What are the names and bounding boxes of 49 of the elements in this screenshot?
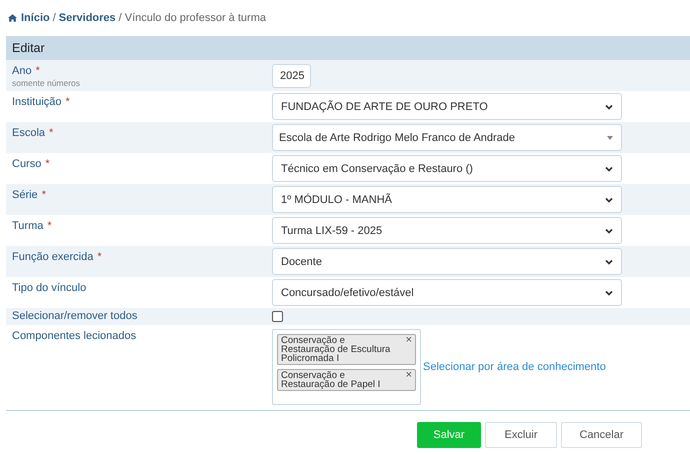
tag-label: Conservação e Restauração de Escultura Policromada I [281, 336, 392, 363]
chevron-down-icon [605, 104, 613, 110]
breadcrumb-link[interactable]: Início [21, 12, 50, 24]
field-label: Tipo do vínculo [12, 282, 86, 294]
area-link[interactable]: Selecionar por área de conhecimento [423, 361, 606, 373]
required-mark: * [97, 251, 102, 263]
chevron-down-icon [605, 166, 613, 172]
field-label: Turma [12, 220, 44, 232]
select-field[interactable]: Turma LIX-59 - 2025 [272, 217, 622, 244]
chevron-down-icon [605, 290, 613, 296]
remove-tag-button[interactable]: × [406, 371, 412, 380]
action-button[interactable]: Excluir [485, 422, 557, 448]
home-icon [8, 14, 17, 22]
chevron-down-icon [605, 258, 613, 264]
field-label: Escola [12, 127, 46, 139]
chevron-down-icon [605, 228, 613, 234]
field-label: Curso [12, 158, 42, 170]
required-mark: * [42, 189, 46, 201]
breadcrumb-current: Vínculo do professor à turma [124, 12, 266, 24]
required-mark: * [47, 220, 52, 232]
required-mark: * [66, 96, 70, 108]
remove-tag-button[interactable]: × [406, 336, 412, 345]
action-button[interactable]: Cancelar [561, 422, 642, 448]
field-label: Função exercida [12, 251, 94, 263]
breadcrumb-separator: / [118, 12, 122, 24]
field-hint: somente números [12, 78, 82, 88]
select-field[interactable]: Docente [272, 248, 622, 275]
multi-select-field[interactable]: Conservação e Restauração de Escultura Policromada I × Conservação e Restauração de Papel I × [272, 329, 421, 405]
field-label: Selecionar/remover todos [12, 310, 138, 322]
required-mark: * [45, 158, 50, 170]
required-mark: * [36, 65, 40, 77]
required-mark: * [49, 127, 54, 139]
year-input[interactable]: 2025 [272, 64, 311, 88]
panel-title: Editar [12, 41, 45, 55]
checkbox[interactable] [272, 311, 283, 322]
select-field[interactable]: Concursado/efetivo/estável [272, 279, 622, 306]
select-field[interactable]: 1º MÓDULO - MANHÃ [272, 186, 622, 213]
breadcrumb-link[interactable]: Servidores [58, 12, 116, 24]
field-label: Ano [12, 65, 32, 77]
field-label: Série [12, 189, 38, 201]
breadcrumb-separator: / [52, 12, 56, 24]
select-field[interactable]: FUNDAÇÃO DE ARTE DE OURO PRETO [272, 93, 622, 120]
tag-label: Conservação e Restauração de Papel I [281, 371, 382, 389]
select-field[interactable]: Técnico em Conservação e Restauro () [272, 155, 622, 182]
field-label: Instituição [12, 96, 62, 108]
select-field[interactable]: Escola de Arte Rodrigo Melo Franco de Andrade [272, 124, 622, 151]
chevron-down-icon [605, 196, 613, 202]
field-label: Componentes lecionados [12, 330, 136, 342]
caret-icon [607, 136, 613, 140]
